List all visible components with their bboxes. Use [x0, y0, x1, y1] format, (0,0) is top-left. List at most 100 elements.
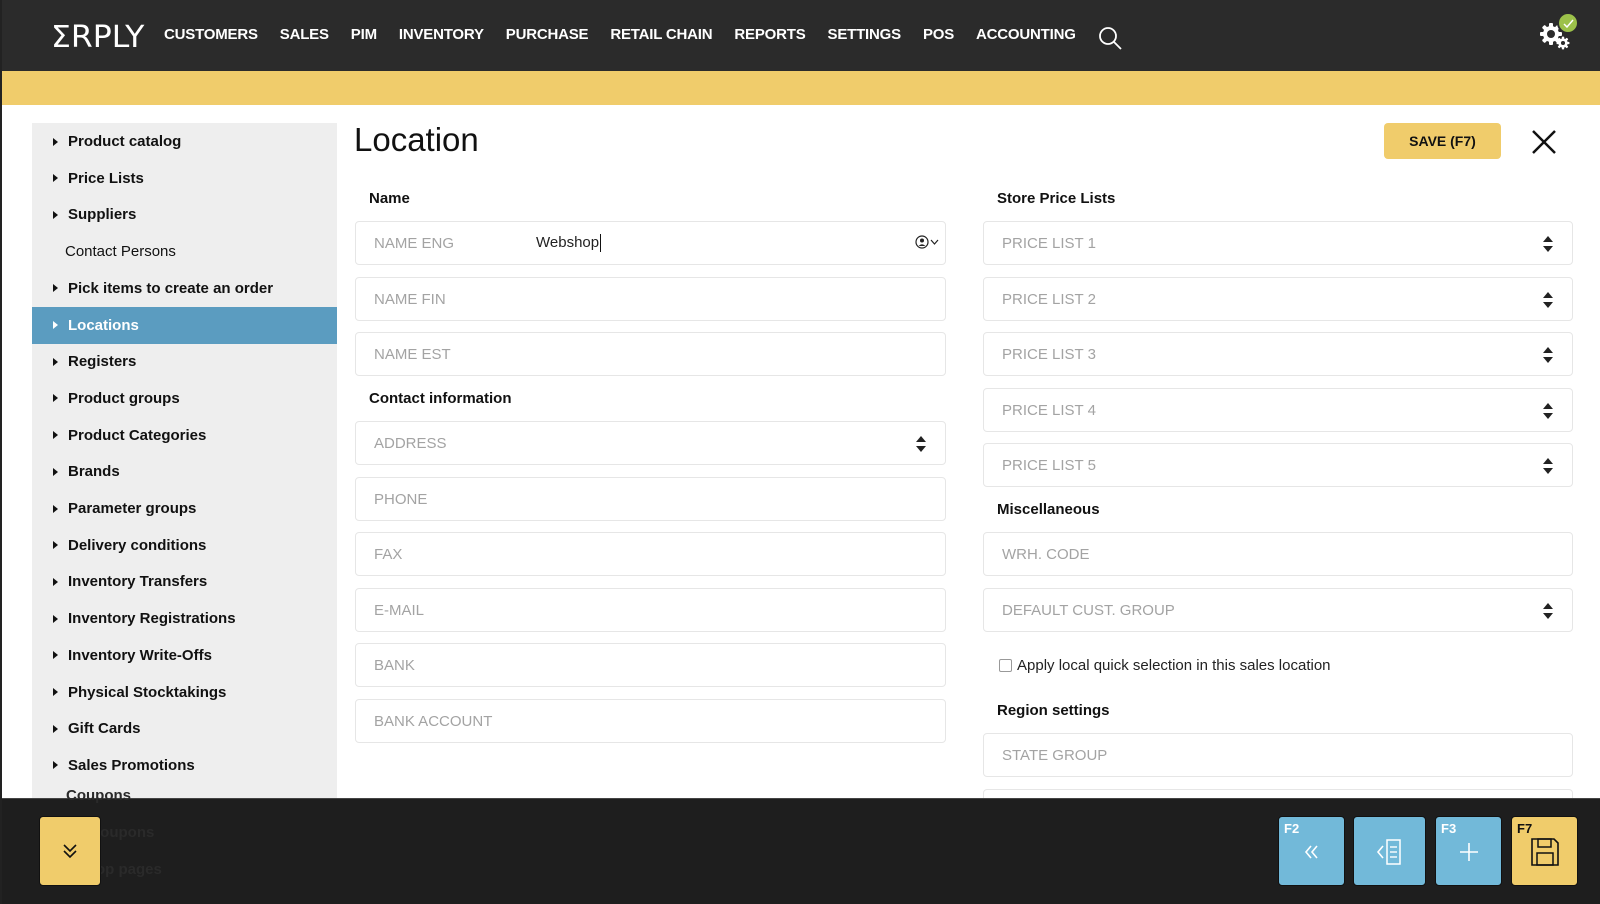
settings-menu[interactable]	[1537, 12, 1581, 56]
sidebar-item-product-catalog[interactable]: Product catalog	[32, 123, 337, 160]
close-icon[interactable]	[1530, 128, 1558, 156]
price-list-4-select-placeholder: PRICE LIST 4	[1002, 401, 1096, 419]
sidebar-item-brands[interactable]: Brands	[32, 453, 337, 490]
sidebar-item-label: Price Lists	[68, 169, 144, 187]
sidebar-item-inventory-transfers[interactable]: Inventory Transfers	[32, 563, 337, 600]
name-eng-placeholder: NAME ENG	[374, 234, 455, 252]
nav-accounting[interactable]: ACCOUNTING	[976, 26, 1076, 43]
double-chevron-down-icon	[63, 844, 77, 859]
plus-icon	[1459, 843, 1478, 862]
nav-purchase[interactable]: PURCHASE	[506, 26, 589, 43]
caret-right-icon	[53, 137, 58, 146]
nav-settings[interactable]: SETTINGS	[828, 26, 902, 43]
sidebar-item-label: Pick items to create an order	[68, 279, 274, 297]
bank-account-field[interactable]: BANK ACCOUNT	[355, 699, 946, 743]
sidebar-item-registers[interactable]: Registers	[32, 343, 337, 380]
nav-retail-chain[interactable]: RETAIL CHAIN	[610, 26, 712, 43]
sidebar-item-product-groups[interactable]: Product groups	[32, 380, 337, 417]
price-list-5-select[interactable]: PRICE LIST 5	[983, 443, 1573, 487]
nav-pos[interactable]: POS	[923, 26, 954, 43]
wrh-code-field[interactable]: WRH. CODE	[983, 532, 1573, 576]
phone-field[interactable]: PHONE	[355, 477, 946, 521]
bank-field-placeholder: BANK	[374, 656, 415, 674]
price-list-2-select[interactable]: PRICE LIST 2	[983, 277, 1573, 321]
quick-selection-checkbox[interactable]	[999, 659, 1012, 672]
sidebar-item-pick-items-to-create-an-order[interactable]: Pick items to create an order	[32, 270, 337, 307]
sidebar-item-delivery-conditions[interactable]: Delivery conditions	[32, 527, 337, 564]
double-chevron-left-icon	[1304, 845, 1318, 859]
name-fin-field[interactable]: NAME FIN	[355, 277, 946, 321]
sidebar-item-inventory-registrations[interactable]: Inventory Registrations	[32, 600, 337, 637]
fax-field[interactable]: FAX	[355, 532, 946, 576]
save-button[interactable]: SAVE (F7)	[1384, 123, 1501, 159]
sidebar-item-suppliers[interactable]: Suppliers	[32, 196, 337, 233]
nav-inventory[interactable]: INVENTORY	[399, 26, 484, 43]
add-new-button[interactable]: F3	[1435, 816, 1502, 886]
select-arrows-icon	[1543, 458, 1553, 474]
address-select[interactable]: ADDRESS	[355, 421, 946, 465]
price-list-1-select-placeholder: PRICE LIST 1	[1002, 234, 1096, 252]
previous-record-button[interactable]: F2	[1278, 816, 1345, 886]
top-navigation-bar: ΣRPLY CUSTOMERS SALES PIM INVENTORY PURC…	[2, 0, 1600, 71]
sidebar-item-price-lists[interactable]: Price Lists	[32, 160, 337, 197]
price-list-5-select-placeholder: PRICE LIST 5	[1002, 456, 1096, 474]
name-est-field[interactable]: NAME EST	[355, 332, 946, 376]
e-mail-field[interactable]: E-MAIL	[355, 588, 946, 632]
state-group-field[interactable]: STATE GROUP	[983, 733, 1573, 777]
quick-selection-option[interactable]: Apply local quick selection in this sale…	[999, 657, 1331, 674]
sidebar-item-label: Gift Cards	[68, 720, 141, 738]
name-eng-text: Webshop	[536, 233, 600, 251]
name-eng-field[interactable]: NAME ENG Webshop	[355, 221, 946, 265]
f2-key-label: F2	[1284, 821, 1300, 836]
section-contact-information: Contact information	[369, 390, 512, 407]
caret-right-icon	[53, 431, 58, 440]
sidebar-item-product-categories[interactable]: Product Categories	[32, 417, 337, 454]
sidebar-item-label: Registers	[68, 353, 137, 371]
sidebar-item-physical-stocktakings[interactable]: Physical Stocktakings	[32, 674, 337, 711]
check-icon	[1562, 19, 1574, 28]
sidebar-item-locations[interactable]: Locations	[32, 306, 337, 344]
search-icon[interactable]	[1098, 26, 1122, 50]
section-region-settings: Region settings	[997, 702, 1110, 719]
price-list-3-select[interactable]: PRICE LIST 3	[983, 332, 1573, 376]
sidebar-item-sales-promotions[interactable]: Sales Promotions	[32, 747, 337, 784]
status-ok-badge	[1557, 12, 1579, 34]
select-arrows-icon	[1543, 603, 1553, 619]
name-fin-placeholder: NAME FIN	[374, 290, 446, 308]
sidebar-item-contact-persons[interactable]: Contact Persons	[32, 233, 337, 270]
expand-sidebar-button[interactable]	[39, 816, 101, 886]
price-list-1-select[interactable]: PRICE LIST 1	[983, 221, 1573, 265]
e-mail-field-placeholder: E-MAIL	[374, 601, 425, 619]
sidebar-item-inventory-write-offs[interactable]: Inventory Write-Offs	[32, 637, 337, 674]
nav-pim[interactable]: PIM	[351, 26, 377, 43]
select-arrows-icon	[916, 436, 926, 452]
price-list-2-select-placeholder: PRICE LIST 2	[1002, 290, 1096, 308]
nav-sales[interactable]: SALES	[280, 26, 329, 43]
back-to-list-icon	[1376, 839, 1401, 866]
section-name: Name	[369, 190, 410, 207]
default-cust-group-select[interactable]: DEFAULT CUST. GROUP	[983, 588, 1573, 632]
wrh-code-placeholder: WRH. CODE	[1002, 545, 1090, 563]
back-to-list-button[interactable]	[1353, 816, 1426, 886]
sidebar-item-parameter-groups[interactable]: Parameter groups	[32, 490, 337, 527]
caret-right-icon	[53, 541, 58, 550]
section-store-price-lists: Store Price Lists	[997, 190, 1116, 207]
price-list-3-select-placeholder: PRICE LIST 3	[1002, 345, 1096, 363]
sidebar-item-label: Physical Stocktakings	[68, 683, 227, 701]
language-selector[interactable]	[915, 235, 939, 249]
save-shortcut-button[interactable]: F7	[1511, 816, 1578, 886]
sidebar-item-gift-cards[interactable]: Gift Cards	[32, 710, 337, 747]
caret-right-icon	[53, 724, 58, 733]
f7-key-label: F7	[1517, 821, 1533, 836]
caret-right-icon	[53, 688, 58, 696]
erply-logo[interactable]: ΣRPLY	[51, 20, 144, 55]
default-cust-group-placeholder: DEFAULT CUST. GROUP	[1002, 601, 1175, 619]
nav-customers[interactable]: CUSTOMERS	[164, 26, 258, 43]
name-eng-value[interactable]: Webshop	[536, 233, 602, 253]
fax-field-placeholder: FAX	[374, 545, 403, 563]
page-title: Location	[354, 121, 479, 158]
bank-field[interactable]: BANK	[355, 643, 946, 687]
caret-right-icon	[53, 210, 58, 219]
nav-reports[interactable]: REPORTS	[734, 26, 805, 43]
price-list-4-select[interactable]: PRICE LIST 4	[983, 388, 1573, 432]
